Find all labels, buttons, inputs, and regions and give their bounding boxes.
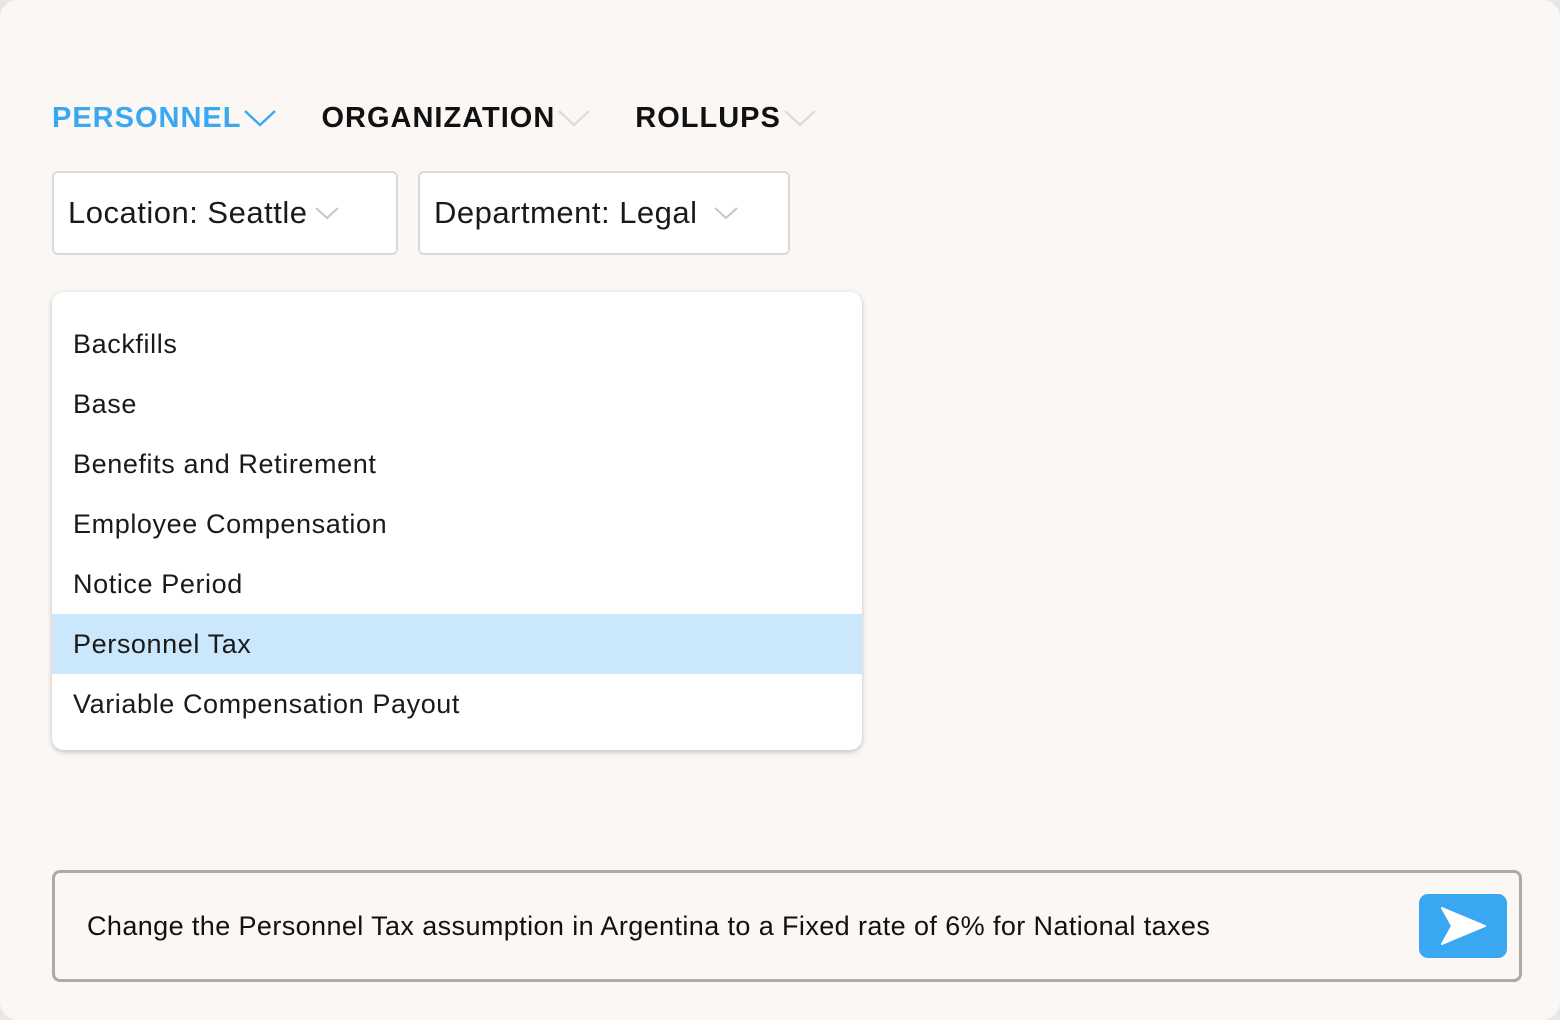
tab-rollups[interactable]: ROLLUPS xyxy=(635,102,817,135)
dropdown-item-benefits-and-retirement[interactable]: Benefits and Retirement xyxy=(52,434,862,494)
dropdown-item-label: Personnel Tax xyxy=(73,628,252,659)
dropdown-item-variable-compensation-payout[interactable]: Variable Compensation Payout xyxy=(52,674,862,734)
dropdown-item-base[interactable]: Base xyxy=(52,374,862,434)
dropdown-item-personnel-tax[interactable]: Personnel Tax xyxy=(52,614,862,674)
dropdown-item-notice-period[interactable]: Notice Period xyxy=(52,554,862,614)
dropdown-item-label: Base xyxy=(73,388,137,419)
top-tabs: PERSONNEL ORGANIZATION ROLLUPS xyxy=(52,98,817,138)
dropdown-item-employee-compensation[interactable]: Employee Compensation xyxy=(52,494,862,554)
send-icon xyxy=(1438,904,1488,948)
dropdown-item-label: Benefits and Retirement xyxy=(73,448,377,479)
send-button[interactable] xyxy=(1419,894,1507,958)
department-select[interactable]: Department: Legal xyxy=(418,171,790,255)
dropdown-item-label: Employee Compensation xyxy=(73,508,388,539)
dropdown-item-label: Variable Compensation Payout xyxy=(73,688,461,719)
dropdown-item-label: Notice Period xyxy=(73,568,243,599)
tab-organization[interactable]: ORGANIZATION xyxy=(321,102,591,135)
chevron-down-icon xyxy=(783,108,817,128)
main-panel: PERSONNEL ORGANIZATION ROLLUPS Location:… xyxy=(0,0,1560,1020)
tab-label: ORGANIZATION xyxy=(321,101,556,134)
location-select[interactable]: Location: Seattle xyxy=(52,171,398,255)
tab-label: PERSONNEL xyxy=(52,101,242,134)
command-input[interactable]: Change the Personnel Tax assumption in A… xyxy=(52,870,1522,982)
department-select-label: Department: Legal xyxy=(434,195,698,230)
dropdown-menu: Backfills Base Benefits and Retirement E… xyxy=(52,292,862,750)
location-select-label: Location: Seattle xyxy=(68,195,308,230)
dropdown-item-label: Backfills xyxy=(73,328,178,359)
tab-personnel[interactable]: PERSONNEL xyxy=(52,102,277,135)
chevron-down-icon xyxy=(315,206,340,220)
chevron-down-icon xyxy=(713,206,738,220)
chevron-down-icon xyxy=(243,108,277,128)
tab-label: ROLLUPS xyxy=(635,101,781,134)
chevron-down-icon xyxy=(557,108,591,128)
dropdown-item-backfills[interactable]: Backfills xyxy=(52,314,862,374)
command-text[interactable]: Change the Personnel Tax assumption in A… xyxy=(87,873,1210,979)
